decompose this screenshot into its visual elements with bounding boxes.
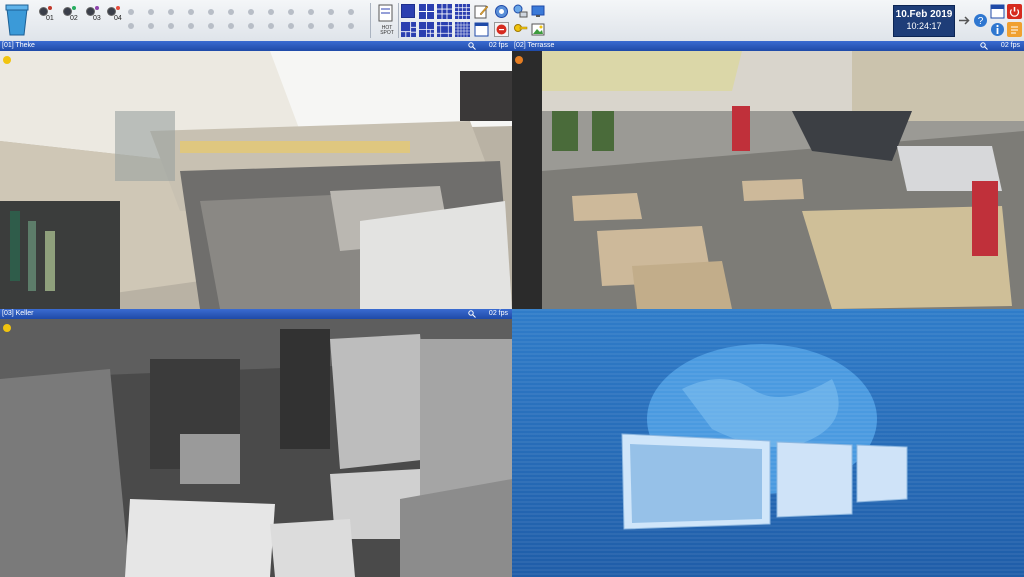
tile-title: [02] Terrasse (514, 42, 555, 49)
empty-camera-slot[interactable] (348, 9, 354, 15)
empty-camera-slot[interactable] (248, 9, 254, 15)
toolbar-divider (370, 3, 371, 38)
settings-icon[interactable] (494, 4, 509, 19)
tile-title: [01] Theke (2, 42, 35, 49)
svg-text:?: ? (978, 16, 984, 27)
hotspot-label: HOT SPOT (380, 25, 394, 36)
edit-icon[interactable] (474, 4, 489, 19)
empty-camera-slot[interactable] (288, 23, 294, 29)
status-dot (515, 56, 523, 64)
date-text: 10.Feb 2019 (895, 9, 953, 20)
record-icon[interactable] (494, 22, 509, 37)
power-icon[interactable] (1007, 4, 1022, 19)
tile-fps: 02 fps (488, 42, 508, 49)
hotspot-button[interactable]: HOT SPOT (376, 3, 396, 37)
zoom-icon[interactable] (468, 310, 476, 318)
status-dot (3, 56, 11, 64)
camera-3-label: 03 (93, 15, 101, 22)
camera-tile-terrasse[interactable]: [02] Terrasse 02 fps (512, 41, 1024, 309)
layout-1p5-icon[interactable] (401, 22, 416, 37)
camera-1-label: 01 (46, 15, 54, 22)
zoom-icon[interactable] (980, 42, 988, 50)
monitor-icon[interactable] (531, 4, 546, 19)
empty-camera-slot[interactable] (328, 9, 334, 15)
tile-header: [02] Terrasse 02 fps (512, 41, 1024, 51)
empty-camera-slot[interactable] (348, 23, 354, 29)
empty-tile-logo[interactable] (512, 309, 1024, 577)
image-icon[interactable] (531, 22, 546, 37)
help-icon[interactable]: ? (973, 13, 988, 28)
zoom-icon[interactable] (468, 42, 476, 50)
empty-camera-slot[interactable] (228, 9, 234, 15)
empty-camera-slot[interactable] (128, 23, 134, 29)
empty-camera-slot[interactable] (308, 9, 314, 15)
camera-3-status-dot (95, 6, 99, 10)
camera-4-indicator[interactable]: 04 (104, 2, 132, 38)
empty-camera-slot[interactable] (148, 9, 154, 15)
empty-camera-slot[interactable] (328, 23, 334, 29)
empty-camera-slot[interactable] (208, 23, 214, 29)
empty-camera-slot[interactable] (268, 9, 274, 15)
status-dot (3, 324, 11, 332)
tile-fps: 02 fps (1000, 42, 1020, 49)
toolbar-divider (398, 3, 399, 38)
layout-1x1-button[interactable] (401, 4, 415, 18)
empty-camera-slot[interactable] (168, 9, 174, 15)
layout-3x3-icon[interactable] (437, 4, 452, 19)
camera-2-label: 02 (70, 15, 78, 22)
empty-camera-slot[interactable] (288, 9, 294, 15)
camera-feed-theke (0, 51, 512, 309)
layout-1p7-icon[interactable] (419, 22, 434, 37)
tile-header: [01] Theke 02 fps (0, 41, 512, 51)
exit-icon[interactable] (957, 13, 972, 28)
tile-title: [03] Keller (2, 310, 34, 317)
tile-fps: 02 fps (488, 310, 508, 317)
camera-feed-keller (0, 319, 512, 577)
time-text: 10:24:17 (906, 21, 942, 31)
empty-camera-slot[interactable] (188, 9, 194, 15)
notes-icon[interactable] (1007, 22, 1022, 37)
camera-2-status-dot (72, 6, 76, 10)
camera-feed-terrasse (512, 51, 1024, 309)
camera-4-label: 04 (114, 15, 122, 22)
layout-5x5-icon[interactable] (455, 22, 470, 37)
globe-logo-image (512, 309, 1024, 577)
empty-camera-slot[interactable] (128, 9, 134, 15)
trash-icon[interactable] (4, 3, 30, 36)
layout-1p12-icon[interactable] (437, 22, 452, 37)
layout-4x4-icon[interactable] (455, 4, 470, 19)
tile-header: [03] Keller 02 fps (0, 309, 512, 319)
info-icon[interactable] (990, 22, 1005, 37)
main-toolbar: 01 02 03 04 HOT SPOT 10.Feb 2019 10:24:1… (0, 0, 1024, 42)
empty-camera-slot[interactable] (188, 23, 194, 29)
camera-tile-theke[interactable]: [01] Theke 02 fps (0, 41, 512, 309)
hotspot-icon (378, 4, 393, 22)
empty-camera-slot[interactable] (228, 23, 234, 29)
key-icon[interactable] (513, 22, 528, 37)
clock-display: 10.Feb 2019 10:24:17 (893, 5, 955, 37)
empty-camera-slot[interactable] (168, 23, 174, 29)
empty-camera-slot[interactable] (208, 9, 214, 15)
window-mode-icon[interactable] (990, 4, 1005, 19)
empty-camera-slot[interactable] (308, 23, 314, 29)
camera-tile-keller[interactable]: [03] Keller 02 fps (0, 309, 512, 577)
camera-4-status-dot (116, 6, 120, 10)
camera-1-status-dot (48, 6, 52, 10)
empty-camera-slot[interactable] (148, 23, 154, 29)
empty-camera-slot[interactable] (248, 23, 254, 29)
window-icon[interactable] (474, 22, 489, 37)
layout-2x2-icon[interactable] (419, 4, 434, 19)
network-icon[interactable] (513, 4, 528, 19)
empty-camera-slot[interactable] (268, 23, 274, 29)
